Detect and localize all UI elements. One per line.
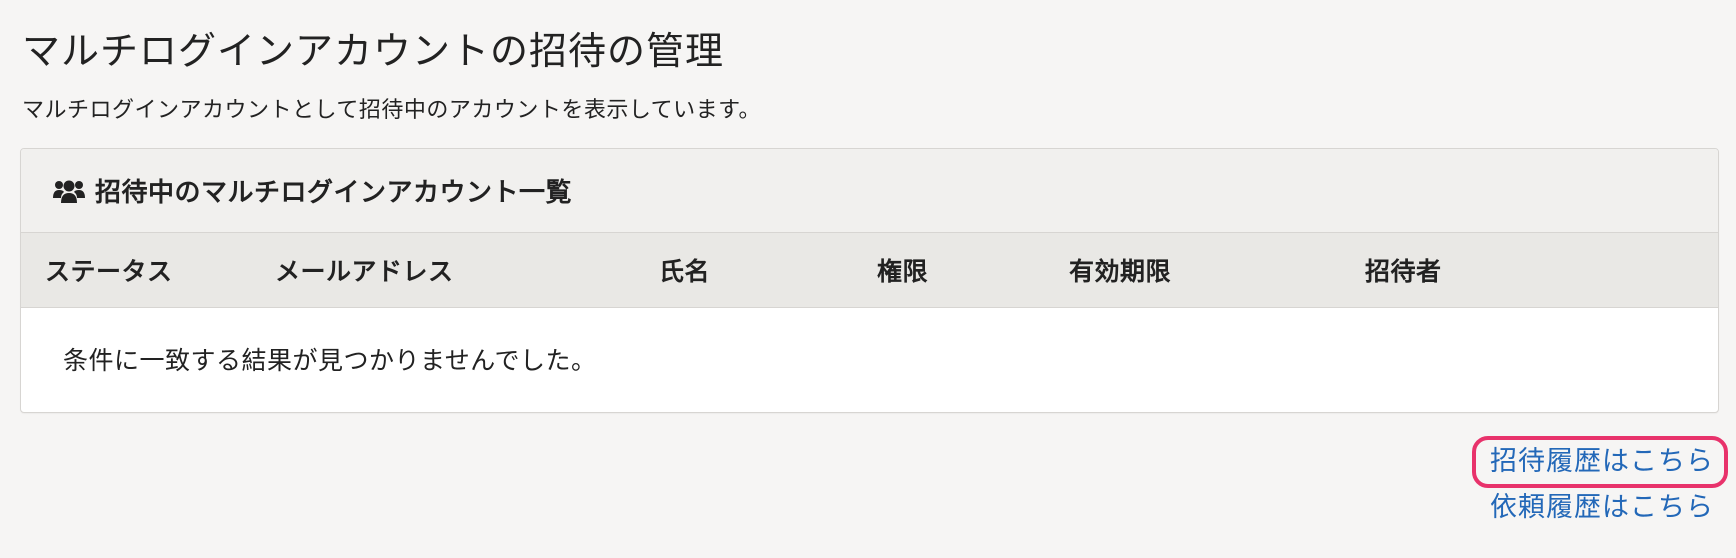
column-header-expiry: 有効期限 bbox=[1069, 256, 1172, 286]
panel-title: 招待中のマルチログインアカウント一覧 bbox=[95, 178, 573, 208]
page-title: マルチログインアカウントの招待の管理 bbox=[22, 29, 725, 73]
request-history-link[interactable]: 依頼履歴はこちら bbox=[1472, 488, 1714, 528]
page: マルチログインアカウントの招待の管理 マルチログインアカウントとして招待中のアカ… bbox=[0, 0, 1736, 558]
invite-history-link[interactable]: 招待履歴はこちら bbox=[1472, 436, 1728, 488]
users-icon bbox=[53, 177, 87, 205]
table-header-row: ステータス メールアドレス 氏名 権限 有効期限 招待者 bbox=[21, 233, 1718, 307]
table-row: 条件に一致する結果が見つかりませんでした。 bbox=[21, 307, 1718, 411]
column-header-status: ステータス bbox=[45, 256, 173, 286]
page-description: マルチログインアカウントとして招待中のアカウントを表示しています。 bbox=[22, 98, 761, 123]
history-links: 招待履歴はこちら 依頼履歴はこちら bbox=[1472, 436, 1728, 528]
invitations-panel: 招待中のマルチログインアカウント一覧 ステータス メールアドレス 氏名 権限 有… bbox=[20, 148, 1719, 413]
column-header-email: メールアドレス bbox=[275, 256, 454, 286]
empty-message: 条件に一致する結果が見つかりませんでした。 bbox=[63, 346, 597, 376]
column-header-inviter: 招待者 bbox=[1365, 256, 1442, 286]
column-header-role: 権限 bbox=[877, 256, 929, 286]
column-header-name: 氏名 bbox=[659, 256, 711, 286]
invitations-table: ステータス メールアドレス 氏名 権限 有効期限 招待者 条件に一致する結果が見… bbox=[21, 233, 1718, 411]
panel-heading: 招待中のマルチログインアカウント一覧 bbox=[21, 149, 1718, 233]
